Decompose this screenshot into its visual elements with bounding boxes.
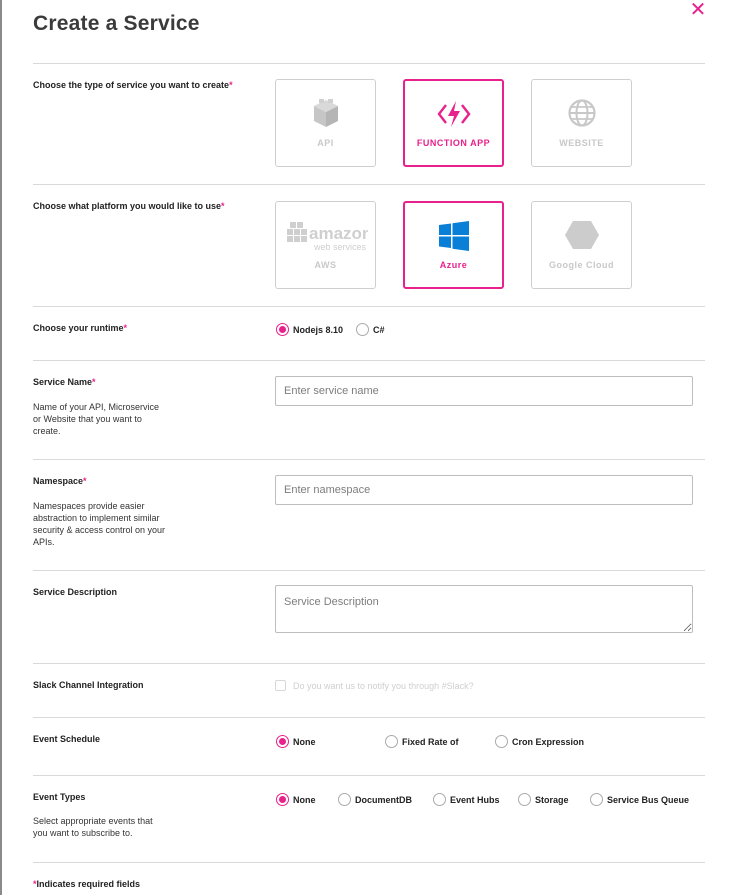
radio-label: Nodejs 8.10 bbox=[293, 324, 344, 335]
event-schedule-radio-cron[interactable]: Cron Expression bbox=[495, 735, 584, 748]
radio-label: None bbox=[293, 736, 316, 747]
slack-label: Slack Channel Integration bbox=[33, 680, 144, 690]
event-types-label: Event Types bbox=[33, 792, 86, 802]
service-description-label: Service Description bbox=[33, 587, 118, 597]
card-label: Google Cloud bbox=[549, 260, 614, 270]
divider bbox=[33, 663, 705, 664]
event-types-radio-event-hubs[interactable]: Event Hubs bbox=[433, 793, 500, 806]
namespace-label: Namespace* bbox=[33, 476, 87, 486]
platform-card-aws[interactable]: amazon web services AWS bbox=[275, 201, 376, 289]
close-icon[interactable]: ✕ bbox=[689, 0, 707, 20]
divider bbox=[33, 184, 705, 185]
radio-label: Event Hubs bbox=[450, 794, 500, 805]
divider bbox=[33, 717, 705, 718]
card-label: API bbox=[317, 138, 334, 148]
divider bbox=[33, 306, 705, 307]
card-label: AWS bbox=[314, 260, 337, 270]
radio-button[interactable] bbox=[276, 793, 289, 806]
checkbox-label: Do you want us to notify you through #Sl… bbox=[293, 680, 474, 691]
page-title: Create a Service bbox=[33, 12, 200, 35]
event-types-description: Select appropriate events that you want … bbox=[33, 816, 153, 838]
slack-checkbox[interactable]: Do you want us to notify you through #Sl… bbox=[275, 680, 474, 691]
radio-label: Service Bus Queue bbox=[607, 794, 690, 805]
cube-icon bbox=[276, 96, 375, 130]
svg-text:web services: web services bbox=[313, 242, 367, 252]
service-name-description: Name of your API, Microservice or Websit… bbox=[33, 402, 160, 436]
service-type-card-function-app[interactable]: FUNCTION APP bbox=[403, 79, 504, 167]
window-edge bbox=[0, 0, 2, 895]
radio-label: C# bbox=[373, 324, 385, 335]
event-schedule-label: Event Schedule bbox=[33, 734, 101, 744]
hexagon-icon bbox=[532, 218, 631, 252]
runtime-label: Choose your runtime* bbox=[33, 323, 128, 333]
function-bolt-icon bbox=[405, 97, 502, 131]
radio-button[interactable] bbox=[276, 735, 289, 748]
service-type-label: Choose the type of service you want to c… bbox=[33, 80, 233, 90]
radio-button[interactable] bbox=[518, 793, 531, 806]
radio-button[interactable] bbox=[276, 323, 289, 336]
service-name-input[interactable] bbox=[275, 376, 693, 406]
aws-logo-icon: amazon web services bbox=[276, 219, 375, 253]
radio-label: Fixed Rate of bbox=[402, 736, 459, 747]
radio-button[interactable] bbox=[356, 323, 369, 336]
radio-button[interactable] bbox=[338, 793, 351, 806]
event-types-radio-documentdb[interactable]: DocumentDB bbox=[338, 793, 412, 806]
platform-card-google-cloud[interactable]: Google Cloud bbox=[531, 201, 632, 289]
checkbox-box[interactable] bbox=[275, 680, 286, 691]
radio-button[interactable] bbox=[385, 735, 398, 748]
globe-icon bbox=[532, 96, 631, 130]
card-label: Azure bbox=[439, 260, 468, 270]
card-label: WEBSITE bbox=[559, 138, 604, 148]
event-types-radio-service-bus-queue[interactable]: Service Bus Queue bbox=[590, 793, 689, 806]
required-fields-note: *Indicates required fields bbox=[33, 879, 141, 889]
radio-button[interactable] bbox=[433, 793, 446, 806]
divider bbox=[33, 459, 705, 460]
divider bbox=[33, 570, 705, 571]
namespace-description: Namespaces provide easier abstraction to… bbox=[33, 501, 166, 547]
radio-label: Storage bbox=[535, 794, 569, 805]
radio-label: Cron Expression bbox=[512, 736, 585, 747]
windows-logo-icon bbox=[405, 219, 502, 253]
card-label: FUNCTION APP bbox=[416, 138, 491, 148]
divider bbox=[33, 775, 705, 776]
service-type-card-website[interactable]: WEBSITE bbox=[531, 79, 632, 167]
runtime-radio-csharp[interactable]: C# bbox=[356, 323, 385, 336]
divider bbox=[33, 63, 705, 64]
service-type-card-api[interactable]: API bbox=[275, 79, 376, 167]
event-types-radio-none[interactable]: None bbox=[276, 793, 316, 806]
platform-card-azure[interactable]: Azure bbox=[403, 201, 504, 289]
event-types-radio-storage[interactable]: Storage bbox=[518, 793, 569, 806]
runtime-radio-nodejs[interactable]: Nodejs 8.10 bbox=[276, 323, 343, 336]
divider bbox=[33, 862, 705, 863]
service-description-textarea[interactable] bbox=[275, 585, 693, 633]
platform-label: Choose what platform you would like to u… bbox=[33, 201, 225, 211]
radio-label: DocumentDB bbox=[355, 794, 413, 805]
svg-text:amazon: amazon bbox=[309, 224, 368, 243]
divider bbox=[33, 360, 705, 361]
service-name-label: Service Name* bbox=[33, 377, 96, 387]
namespace-input[interactable] bbox=[275, 475, 693, 505]
event-schedule-radio-fixed-rate[interactable]: Fixed Rate of bbox=[385, 735, 459, 748]
radio-label: None bbox=[293, 794, 316, 805]
radio-button[interactable] bbox=[495, 735, 508, 748]
event-schedule-radio-none[interactable]: None bbox=[276, 735, 316, 748]
radio-button[interactable] bbox=[590, 793, 603, 806]
